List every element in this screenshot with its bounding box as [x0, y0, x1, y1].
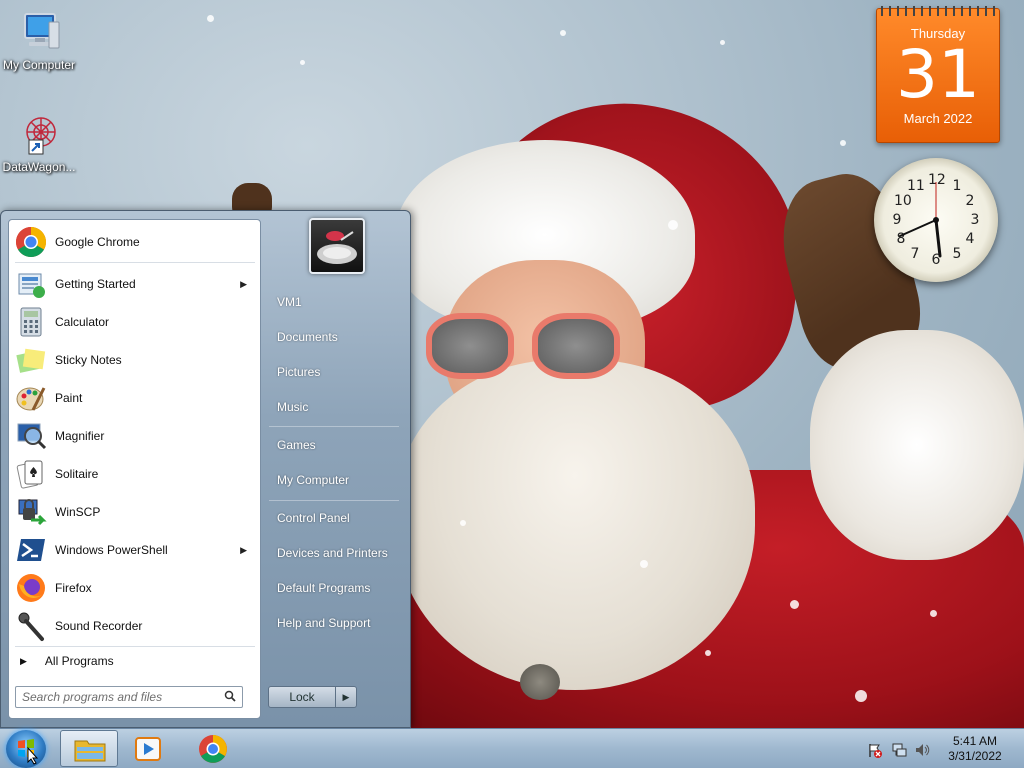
wallpaper-coat-button [520, 664, 560, 700]
paint-icon [15, 382, 47, 414]
start-link-label: Pictures [277, 365, 321, 379]
start-link-label: Music [277, 400, 309, 414]
shutdown-options-arrow-icon[interactable]: ▶ [336, 686, 357, 708]
program-windows-powershell[interactable]: Windows PowerShell ▶ [11, 532, 259, 568]
calendar-day: 31 [896, 36, 980, 113]
wallpaper-santa-beard [395, 360, 755, 690]
program-google-chrome[interactable]: Google Chrome [11, 224, 259, 260]
start-right-separator [269, 426, 399, 427]
clock-hands [899, 182, 942, 258]
network-icon[interactable] [891, 742, 907, 758]
start-link-label: My Computer [277, 473, 350, 487]
calendar-month-year: March 2022 [903, 111, 973, 126]
start-link-my-computer[interactable]: My Computer [269, 465, 403, 495]
clock-gadget[interactable]: 12 1 2 3 4 5 6 7 8 9 10 11 [874, 158, 998, 282]
program-label: Paint [55, 391, 83, 405]
submenu-arrow-icon: ▶ [240, 544, 247, 555]
taskbar-chrome[interactable] [184, 730, 242, 767]
chrome-icon [199, 735, 227, 763]
start-link-devices-and-printers[interactable]: Devices and Printers [269, 538, 403, 568]
program-label: WinSCP [55, 505, 101, 519]
start-link-label: VM1 [277, 295, 302, 309]
start-link-default-programs[interactable]: Default Programs [269, 573, 403, 603]
start-right-separator [269, 500, 399, 501]
magnifier-icon [15, 420, 47, 452]
program-label: Getting Started [55, 277, 136, 291]
solitaire-icon [15, 458, 47, 490]
user-account-picture[interactable] [309, 218, 365, 274]
chrome-icon [15, 226, 47, 258]
windows-logo-icon [18, 739, 39, 765]
program-getting-started[interactable]: Getting Started ▶ [11, 266, 259, 302]
start-link-pictures[interactable]: Pictures [269, 357, 403, 387]
desktop-icon-label: DataWagon... [2, 160, 76, 174]
firefox-icon [15, 572, 47, 604]
datawagon-shortcut-icon [15, 110, 63, 158]
start-menu-programs-pane: Google Chrome Getting Started ▶ Calculat… [8, 219, 261, 719]
taskbar: 5:41 AM 3/31/2022 [0, 728, 1024, 768]
start-link-help-and-support[interactable]: Help and Support [269, 608, 403, 638]
start-button[interactable] [6, 730, 46, 768]
all-programs-button[interactable]: ▶ All Programs [11, 650, 259, 672]
desktop-icon-my-computer[interactable]: My Computer [0, 8, 78, 72]
program-firefox[interactable]: Firefox [11, 570, 259, 606]
program-sound-recorder[interactable]: Sound Recorder [11, 608, 259, 644]
all-programs-arrow-icon: ▶ [20, 655, 27, 666]
action-center-flag-icon[interactable] [867, 742, 883, 758]
media-player-icon [135, 737, 161, 761]
taskbar-windows-explorer[interactable] [60, 730, 118, 767]
desktop-icon-datawagon[interactable]: DataWagon... [0, 110, 78, 174]
start-link-music[interactable]: Music [269, 392, 403, 422]
calculator-icon [15, 306, 47, 338]
start-menu: Google Chrome Getting Started ▶ Calculat… [0, 210, 411, 728]
calendar-rings [881, 6, 995, 16]
submenu-arrow-icon: ▶ [240, 278, 247, 289]
windows-explorer-icon [74, 740, 106, 762]
program-label: Calculator [55, 315, 110, 329]
start-link-label: Help and Support [277, 616, 371, 630]
calendar-gadget[interactable]: Thursday 31 March 2022 [876, 6, 1000, 143]
start-link-label: Default Programs [277, 581, 371, 595]
microphone-icon [15, 610, 47, 642]
program-magnifier[interactable]: Magnifier [11, 418, 259, 454]
getting-started-icon [15, 268, 47, 300]
program-label: Firefox [55, 581, 92, 595]
program-label: Google Chrome [55, 235, 140, 249]
start-link-documents[interactable]: Documents [269, 322, 403, 352]
program-sticky-notes[interactable]: Sticky Notes [11, 342, 259, 378]
program-label: Windows PowerShell [55, 543, 168, 557]
program-paint[interactable]: Paint [11, 380, 259, 416]
program-label: Magnifier [55, 429, 105, 443]
system-clock[interactable]: 5:41 AM 3/31/2022 [940, 734, 1010, 764]
search-placeholder: Search programs and files [22, 690, 163, 704]
program-label: Solitaire [55, 467, 99, 481]
start-link-label: Control Panel [277, 511, 350, 525]
wallpaper-santa-sleeve [810, 330, 1024, 560]
start-search-input[interactable]: Search programs and files [15, 686, 243, 708]
clock-date: 3/31/2022 [948, 749, 1002, 763]
all-programs-label: All Programs [44, 654, 114, 668]
sticky-notes-icon [15, 344, 47, 376]
program-calculator[interactable]: Calculator [11, 304, 259, 340]
volume-icon[interactable] [914, 742, 930, 758]
program-label: Sticky Notes [55, 353, 122, 367]
program-label: Sound Recorder [55, 619, 143, 633]
clock-time: 5:41 AM [952, 734, 998, 748]
start-link-label: Documents [277, 330, 338, 344]
program-winscp[interactable]: WinSCP [11, 494, 259, 530]
powershell-icon [15, 534, 47, 566]
start-link-games[interactable]: Games [269, 430, 403, 460]
program-solitaire[interactable]: Solitaire [11, 456, 259, 492]
taskbar-media-player[interactable] [119, 730, 177, 767]
wallpaper-sunglasses [420, 305, 620, 385]
search-icon [224, 690, 236, 702]
start-link-control-panel[interactable]: Control Panel [269, 503, 403, 533]
computer-icon [15, 8, 63, 56]
start-link-vm1[interactable]: VM1 [269, 287, 403, 317]
desktop-icon-label: My Computer [2, 58, 76, 72]
lock-button[interactable]: Lock [268, 686, 336, 708]
winscp-icon [15, 496, 47, 528]
start-link-label: Devices and Printers [277, 546, 388, 560]
start-link-label: Games [277, 438, 316, 452]
